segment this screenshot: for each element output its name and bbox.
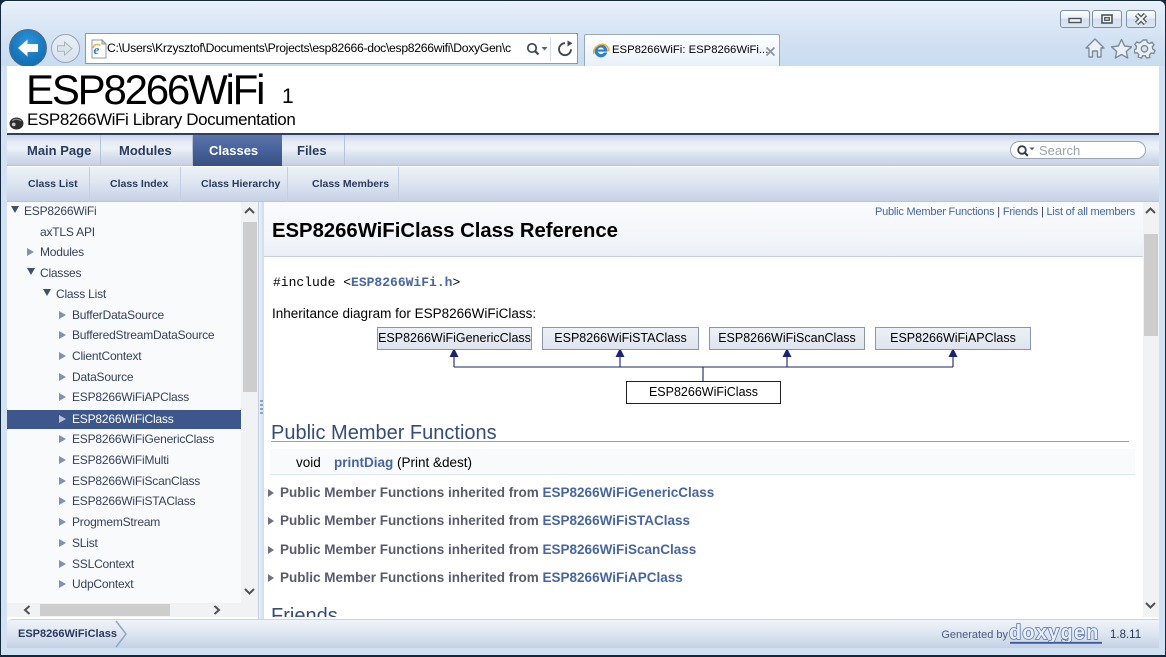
- svg-text:doxygen: doxygen: [1009, 623, 1100, 644]
